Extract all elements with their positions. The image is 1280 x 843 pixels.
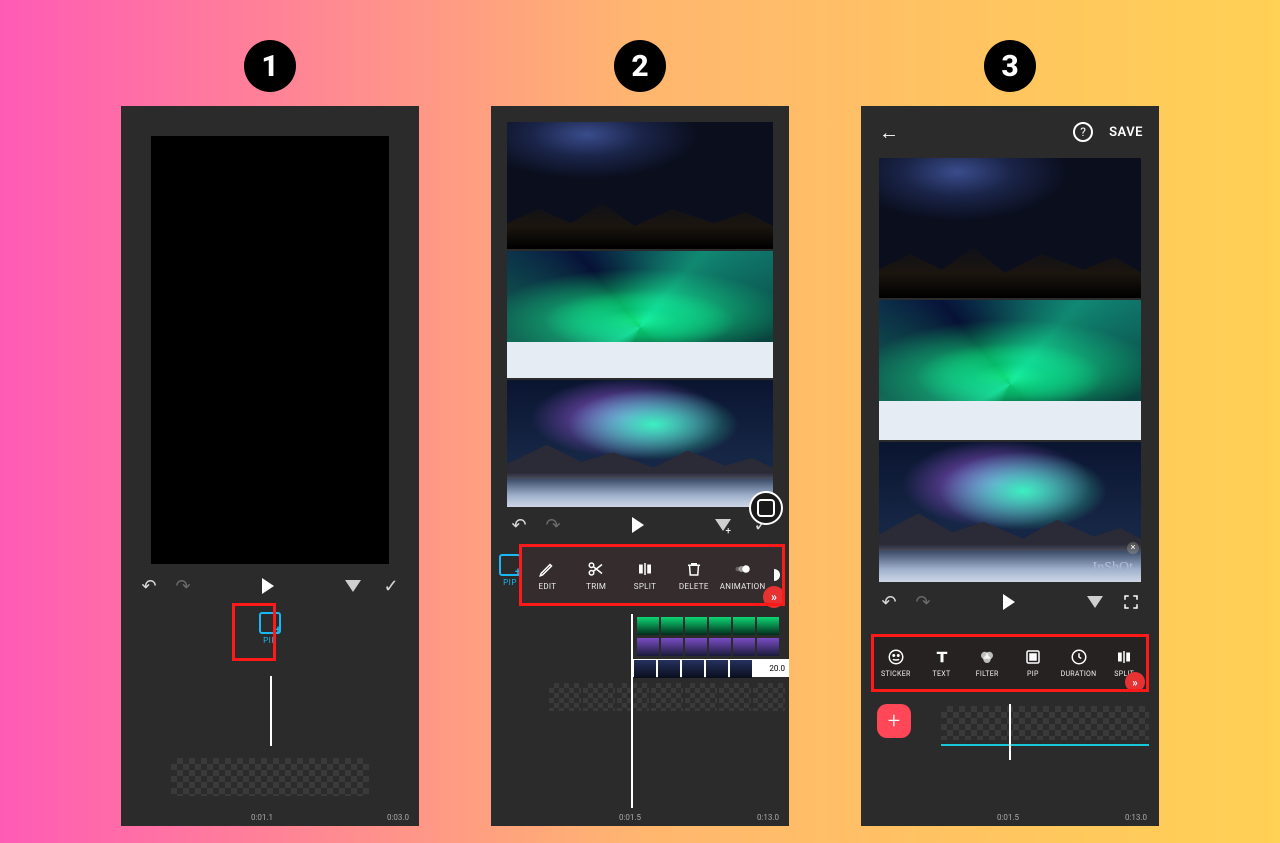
preview-pane-night-sky[interactable] [507,122,773,249]
step-3-column: 3 ← ? SAVE × InShOt [861,40,1159,826]
preview-pane-aurora-purple[interactable]: × InShOt [879,442,1141,582]
main-video-track[interactable] [549,683,789,711]
playhead[interactable] [270,676,272,746]
redo-icon [911,590,935,614]
redo-icon [541,513,565,537]
timecode-current: 0:01.5 [619,813,641,822]
preview-stacked: × InShOt [879,158,1141,582]
save-button[interactable]: SAVE [1109,125,1143,140]
redo-icon [171,574,195,598]
filter-dropdown-icon[interactable] [1083,590,1107,614]
fullscreen-icon[interactable] [1119,590,1143,614]
step-2-column: 2 PIP EDIT [491,40,789,826]
playhead[interactable] [1009,704,1011,760]
step-1-column: 1 PIP 0:01.1 0:03.0 [121,40,419,826]
play-button[interactable] [256,574,280,598]
clip-duration-badge: 20.0 [766,663,788,674]
highlight-box-toolbar [871,634,1149,692]
undo-icon[interactable] [507,513,531,537]
timecode-total: 0:13.0 [757,813,779,822]
step-badge-1: 1 [244,40,296,92]
preview-pane-aurora-green[interactable] [507,251,773,378]
highlight-box-pip [232,603,276,661]
timeline[interactable] [921,702,1149,762]
watermark-logo[interactable]: InShOt [1093,560,1133,576]
highlight-box-toolbar [519,544,785,606]
confirm-check-icon[interactable] [379,574,403,598]
pip-side-button[interactable]: PIP [499,554,521,587]
preview-stacked [507,122,773,507]
main-clip[interactable] [941,706,1149,740]
phone-screen-3: ← ? SAVE × InShOt [861,106,1159,826]
watermark-close-icon[interactable]: × [1127,542,1139,554]
pip-track-3[interactable]: 20.0 [633,659,789,677]
phone-screen-1: PIP 0:01.1 0:03.0 [121,106,419,826]
undo-icon[interactable] [137,574,161,598]
timeline[interactable]: 0:01.1 0:03.0 [121,676,419,826]
timecode-total: 0:13.0 [1125,813,1147,822]
step-badge-3: 3 [984,40,1036,92]
video-preview-blank[interactable] [151,136,389,564]
timecode-current: 0:01.5 [997,813,1019,822]
header-bar: ← ? SAVE [861,106,1159,158]
preview-pane-aurora-green[interactable] [879,300,1141,440]
playback-controls [491,507,789,547]
help-icon[interactable]: ? [1073,122,1093,142]
play-button[interactable] [626,513,650,537]
pip-track-1[interactable] [637,617,789,635]
preview-pane-night-sky[interactable] [879,158,1141,298]
timeline-tracks[interactable]: 20.0 [507,614,789,806]
preview-pane-aurora-purple[interactable] [507,380,773,507]
timecode-total: 0:03.0 [387,813,409,822]
empty-clip-checker[interactable] [171,758,369,796]
playback-controls [861,582,1159,622]
play-button[interactable] [997,590,1021,614]
playback-controls [121,564,419,608]
stop-record-icon[interactable] [749,491,783,525]
step-badge-2: 2 [614,40,666,92]
undo-icon[interactable] [877,590,901,614]
back-arrow-icon[interactable]: ← [877,120,901,144]
pip-track-2[interactable] [637,638,789,656]
audio-track-line[interactable] [941,744,1149,746]
phone-screen-2: PIP EDIT TRIM SPLIT DELETE ANIMATION [491,106,789,826]
filter-dropdown-icon[interactable] [341,574,365,598]
timecode-current: 0:01.1 [251,813,273,822]
playhead[interactable] [631,614,633,808]
add-media-button[interactable]: + [877,704,911,738]
add-filter-icon[interactable] [711,513,735,537]
